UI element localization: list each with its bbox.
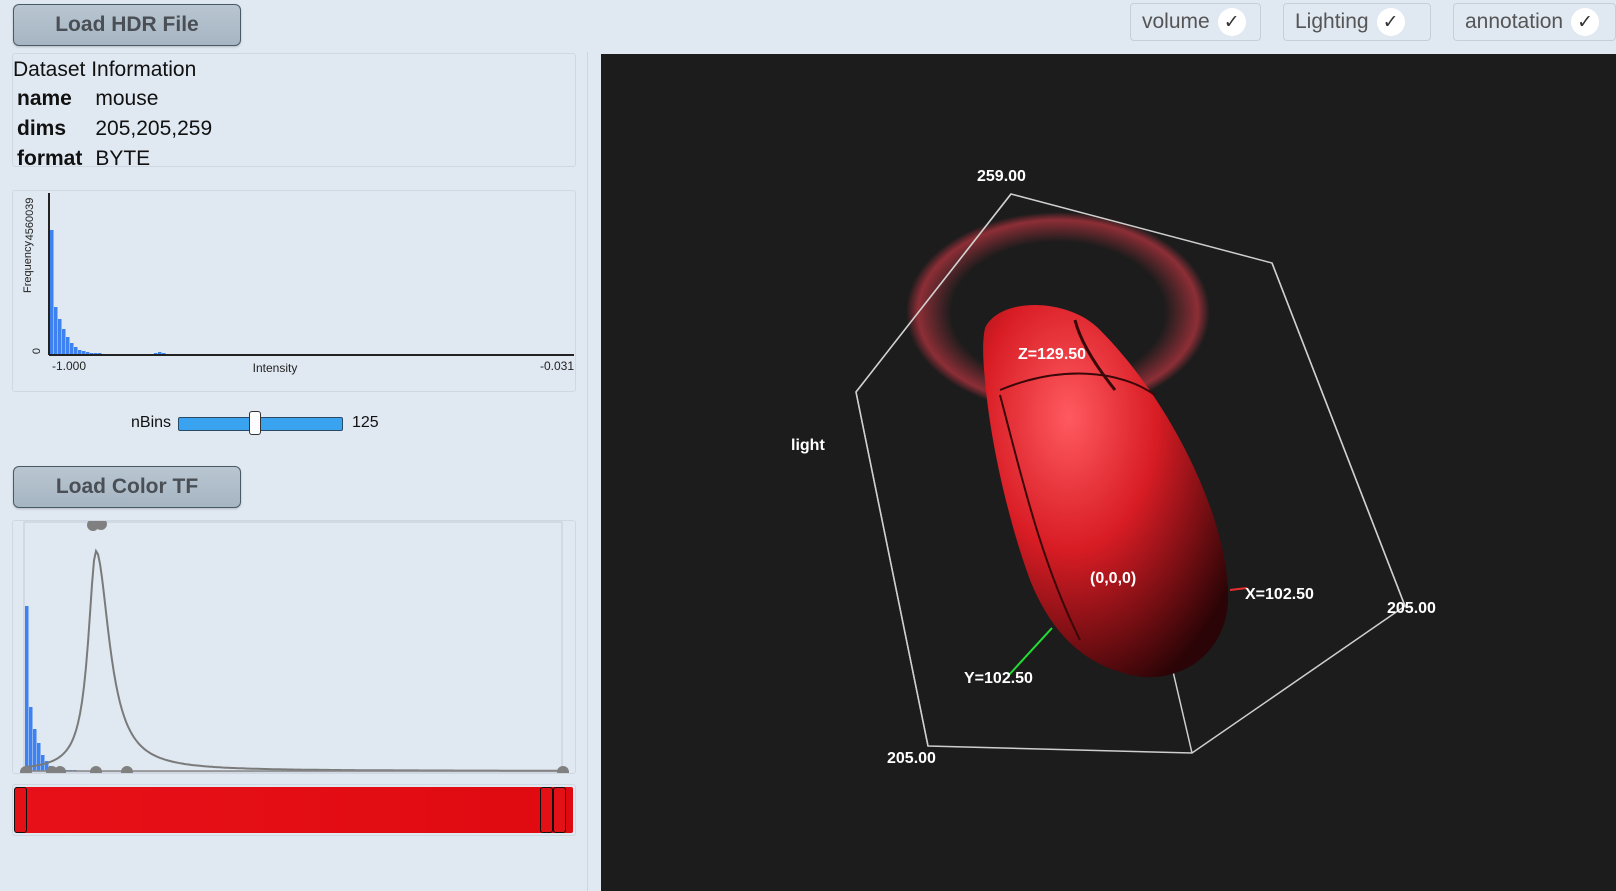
tf-histogram-bar [25, 606, 29, 771]
histogram-ytick-top: 4560039 [24, 198, 36, 241]
color-stop-handle[interactable] [553, 787, 566, 833]
info-key-name: name [17, 87, 72, 110]
nbins-control: nBins 125 [131, 411, 411, 436]
load-color-tf-button[interactable]: Load Color TF [13, 466, 241, 508]
tf-frame [23, 521, 563, 773]
nbins-slider-thumb[interactable] [248, 411, 261, 435]
histogram-bar [66, 337, 70, 355]
nbins-value: 125 [352, 414, 379, 431]
transfer-function-chart [20, 521, 569, 773]
toggle-lighting-label: Lighting [1295, 10, 1369, 33]
nbins-label: nBins [131, 414, 172, 431]
dataset-info-table: name mouse dims 205,205,259 format BYTE [14, 84, 222, 174]
transfer-function-panel [12, 520, 576, 774]
volume-render-view[interactable]: 259.00 light Z=129.50 (0,0,0) X=102.50 2… [601, 54, 1616, 891]
histogram-bar [62, 329, 66, 355]
histogram-xlabel: Intensity [253, 361, 298, 375]
toggle-annotation[interactable]: annotation ✓ [1453, 3, 1616, 41]
y-axis-line [1007, 627, 1053, 677]
histogram-bar [50, 230, 54, 355]
tf-control-point[interactable] [54, 766, 66, 773]
info-value-dims: 205,205,259 [95, 117, 213, 140]
lighting-checkmark-icon[interactable]: ✓ [1376, 8, 1405, 36]
info-value-format: BYTE [95, 147, 151, 170]
histogram-bar [54, 307, 58, 355]
tf-histogram-bar [29, 707, 33, 771]
y-axis-label: Y=102.50 [964, 670, 1033, 687]
annotation-checkmark-icon[interactable]: ✓ [1571, 8, 1600, 36]
histogram-chart: 4560039 0 Frequency -1.000 Intensity -0.… [22, 193, 574, 375]
histogram-ytick-zero: 0 [31, 348, 43, 354]
info-key-format: format [17, 147, 83, 170]
histogram-bar [58, 319, 62, 355]
label-top-259: 259.00 [977, 168, 1026, 185]
z-axis-label: Z=129.50 [1018, 346, 1086, 363]
color-map-bar[interactable] [12, 784, 576, 836]
histogram-xmin-label: -1.000 [52, 359, 86, 373]
origin-label: (0,0,0) [1090, 570, 1136, 587]
info-key-dims: dims [17, 117, 67, 140]
toggle-volume-label: volume [1142, 10, 1210, 33]
volume-checkmark-icon[interactable]: ✓ [1217, 8, 1246, 36]
histogram-ylabel: Frequency [22, 241, 34, 293]
histogram-panel: 4560039 0 Frequency -1.000 Intensity -0.… [12, 190, 576, 392]
table-row: format BYTE [14, 144, 222, 174]
tf-control-points[interactable] [20, 521, 569, 773]
toggle-annotation-label: annotation [1465, 10, 1564, 33]
panel-divider [587, 52, 588, 891]
dataset-info-title: Dataset Information [13, 58, 197, 81]
toggle-lighting[interactable]: Lighting ✓ [1283, 3, 1431, 41]
color-stop-handle[interactable] [14, 787, 27, 833]
histogram-bars [50, 230, 178, 355]
table-row: name mouse [14, 84, 222, 114]
histogram-bar [70, 343, 74, 355]
volume-render-canvas[interactable]: 259.00 light Z=129.50 (0,0,0) X=102.50 2… [601, 54, 1616, 891]
color-stop-handle[interactable] [540, 787, 553, 833]
load-hdr-file-button[interactable]: Load HDR File [13, 4, 241, 46]
tf-control-point[interactable] [121, 766, 133, 773]
label-bottom-205: 205.00 [887, 750, 936, 767]
info-value-name: mouse [95, 87, 159, 110]
opacity-curve[interactable] [25, 548, 562, 772]
tf-control-point[interactable] [557, 766, 569, 773]
light-label: light [791, 437, 825, 454]
dataset-info-panel: Dataset Information name mouse dims 205,… [12, 53, 576, 170]
x-axis-label: X=102.50 [1245, 586, 1314, 603]
histogram-bar [74, 347, 78, 355]
tf-control-point[interactable] [90, 766, 102, 773]
tf-histogram-bar [37, 743, 41, 771]
table-row: dims 205,205,259 [14, 114, 222, 144]
color-gradient [15, 787, 573, 833]
histogram-xmax-label: -0.031 [540, 359, 574, 373]
toggle-volume[interactable]: volume ✓ [1130, 3, 1261, 41]
label-right-205: 205.00 [1387, 600, 1436, 617]
